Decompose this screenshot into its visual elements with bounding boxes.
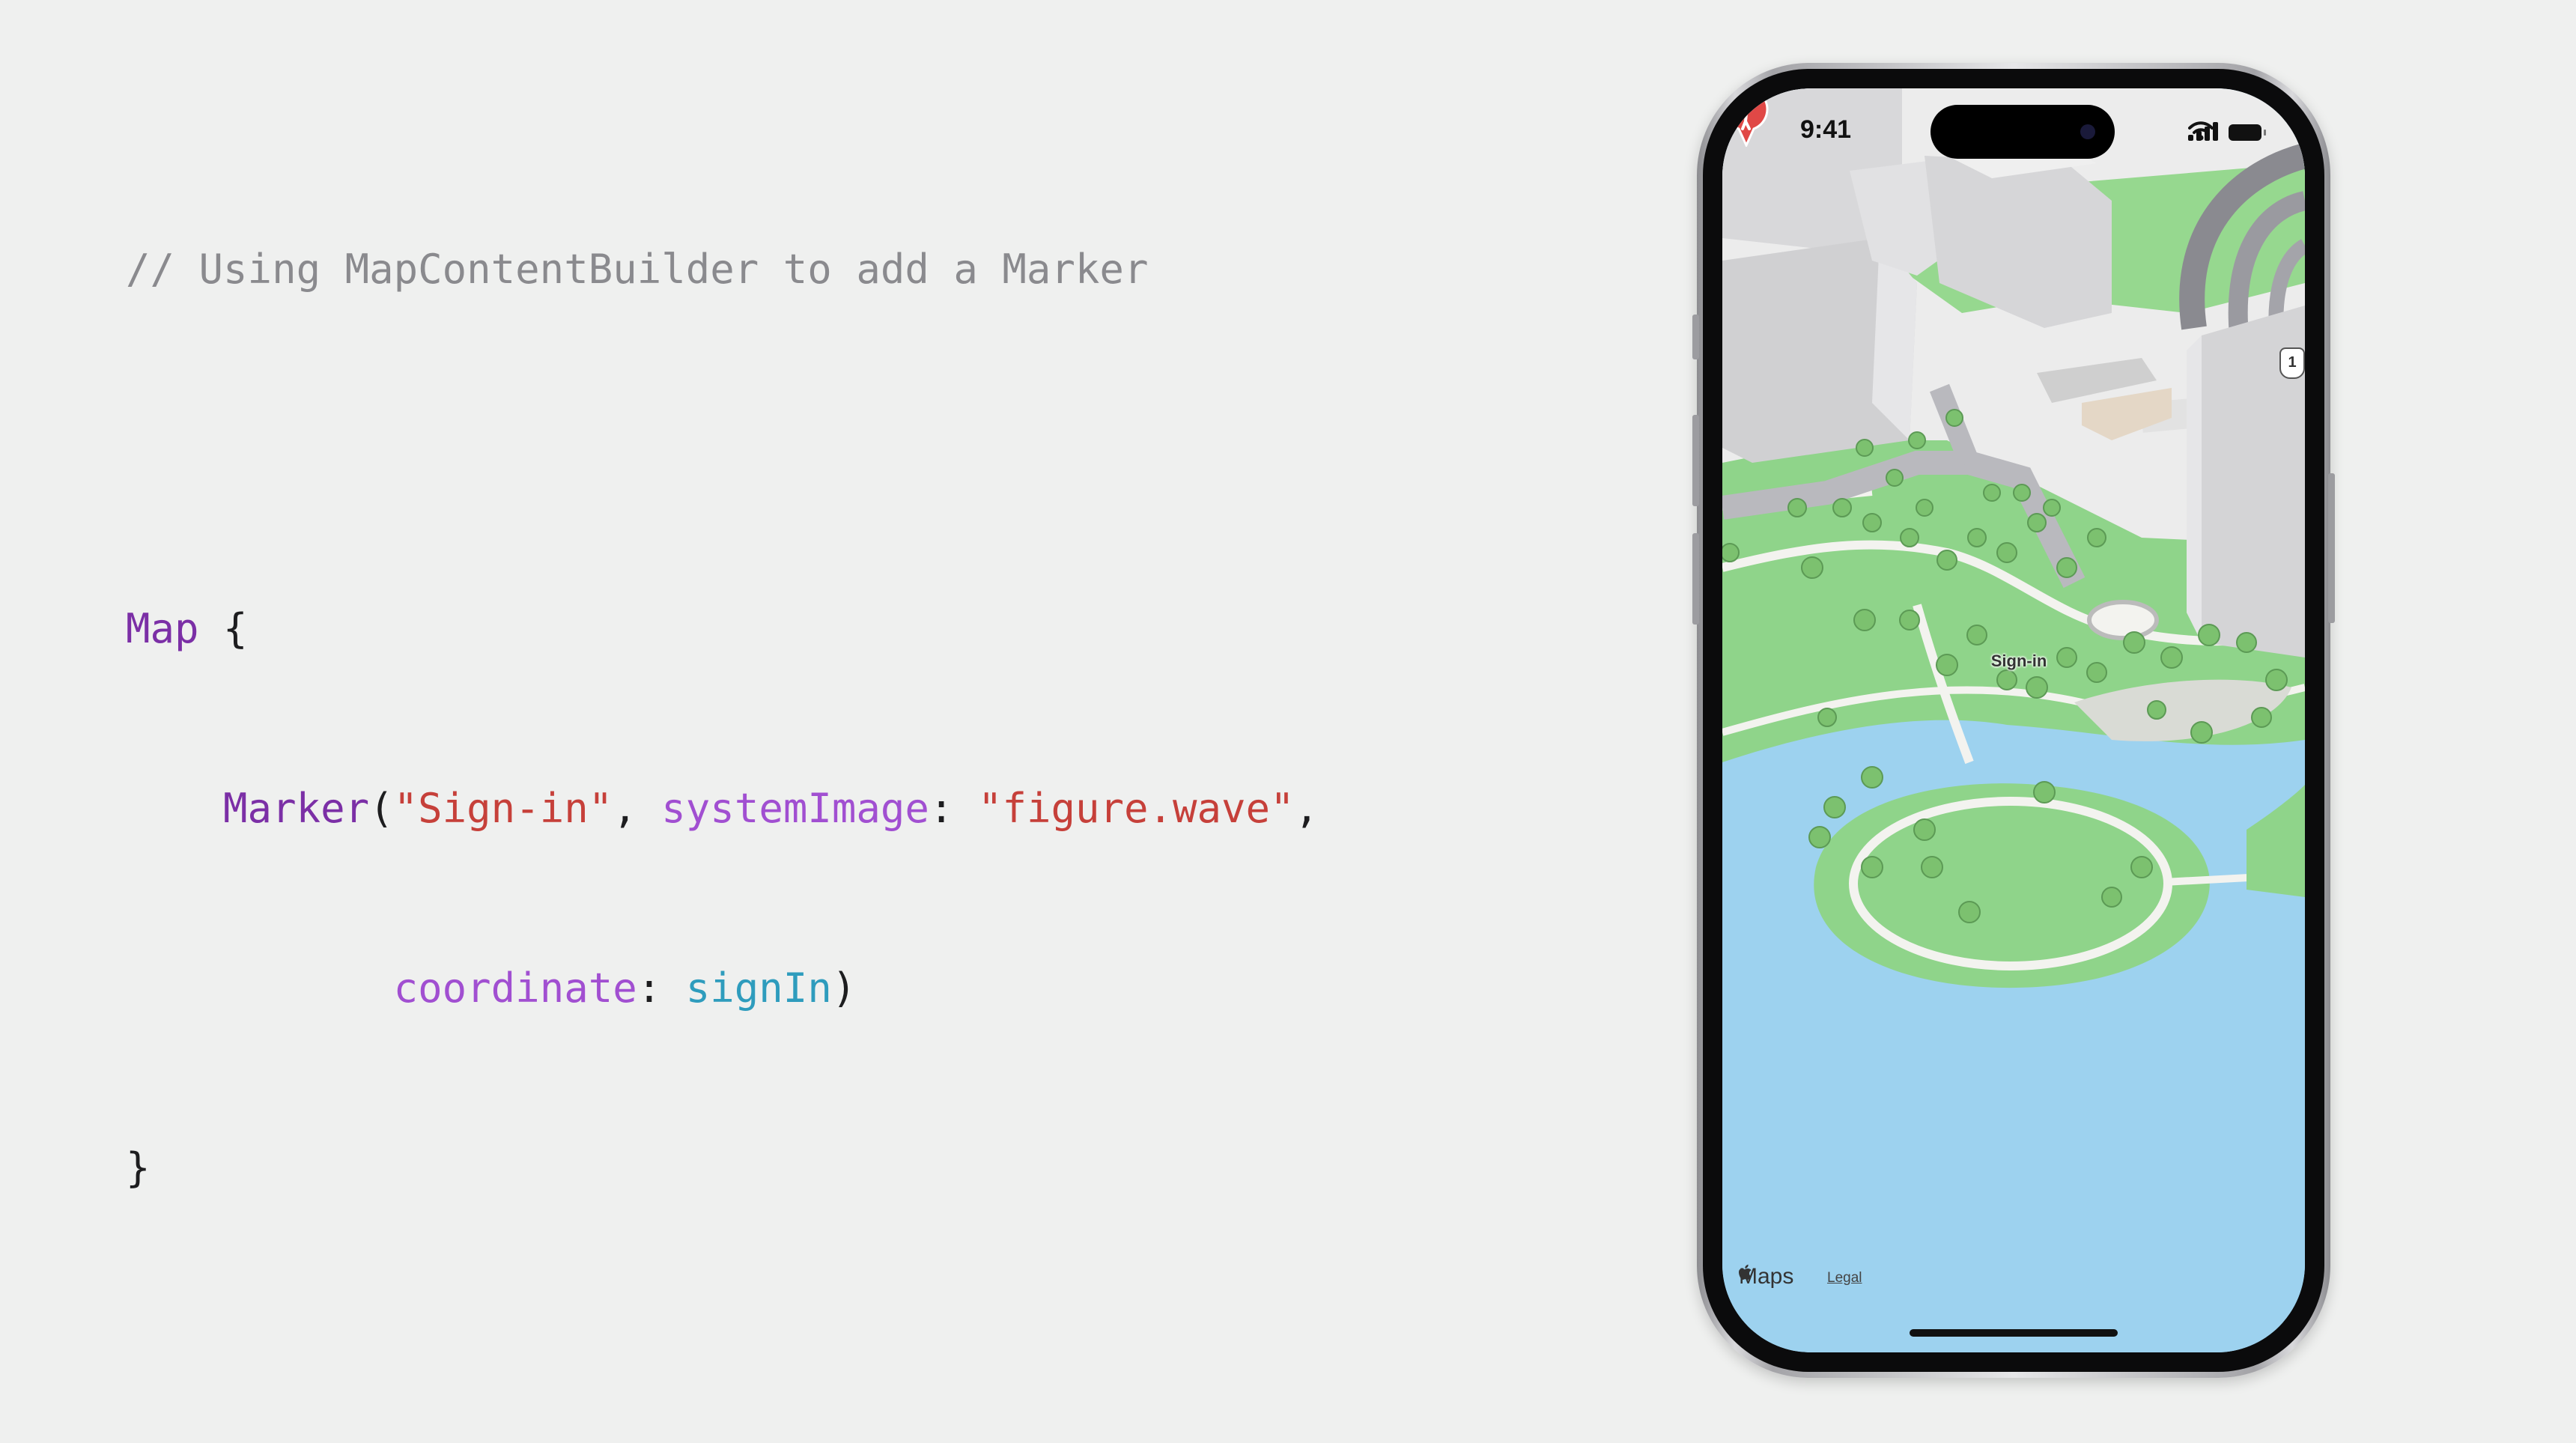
action-button [1692, 315, 1699, 359]
front-camera [2080, 124, 2095, 139]
code-map-keyword: Map [126, 605, 199, 652]
dynamic-island [1931, 105, 2115, 159]
code-colon: : [929, 785, 978, 832]
code-map-line: Map { [126, 599, 1319, 659]
code-snippet: // Using MapContentBuilder to add a Mark… [126, 120, 1319, 1258]
code-marker-line: Marker("Sign-in", systemImage: "figure.w… [126, 779, 1319, 839]
code-comma: , [1294, 785, 1319, 832]
code-comment-line: // Using MapContentBuilder to add a Mark… [126, 240, 1319, 300]
volume-up-button [1692, 415, 1699, 506]
status-icons [2188, 121, 2266, 141]
legal-link[interactable]: Legal [1827, 1270, 1862, 1286]
code-open-brace: { [198, 605, 248, 652]
status-time: 9:41 [1800, 115, 1852, 144]
iphone-frame: 1 9:41 Sign-in Maps Legal [1692, 63, 2335, 1378]
code-marker-title: "Sign-in" [393, 785, 613, 832]
code-close-line: } [126, 1138, 1319, 1198]
code-coordinate-value: signIn [685, 964, 832, 1012]
code-colon: : [637, 964, 686, 1012]
code-close-paren: ) [831, 964, 857, 1012]
code-close-brace: } [126, 1144, 151, 1191]
battery-icon [2229, 124, 2266, 141]
volume-down-button [1692, 533, 1699, 625]
code-open-paren: ( [369, 785, 394, 832]
code-comment: // Using MapContentBuilder to add a Mark… [126, 246, 1149, 293]
marker-label: Sign-in [1990, 651, 2047, 670]
sign-in-marker[interactable] [1722, 88, 1770, 147]
apple-maps-logo: Maps [1739, 1264, 1793, 1289]
map-canvas[interactable] [1722, 88, 2305, 1352]
apple-logo-icon [1739, 1264, 1752, 1280]
code-param-system-image: systemImage [661, 785, 929, 832]
code-marker-type: Marker [223, 785, 370, 832]
code-param-coordinate: coordinate [393, 964, 637, 1012]
code-comma: , [613, 785, 662, 832]
code-coordinate-line: coordinate: signIn) [126, 959, 1319, 1018]
home-indicator[interactable] [1910, 1329, 2118, 1337]
wifi-icon [2188, 121, 2214, 141]
map-screen[interactable]: 1 9:41 Sign-in Maps Legal [1722, 88, 2305, 1352]
power-button [2328, 473, 2335, 623]
code-system-image-value: "figure.wave" [977, 785, 1295, 832]
route-shield-icon: 1 [2279, 347, 2305, 379]
